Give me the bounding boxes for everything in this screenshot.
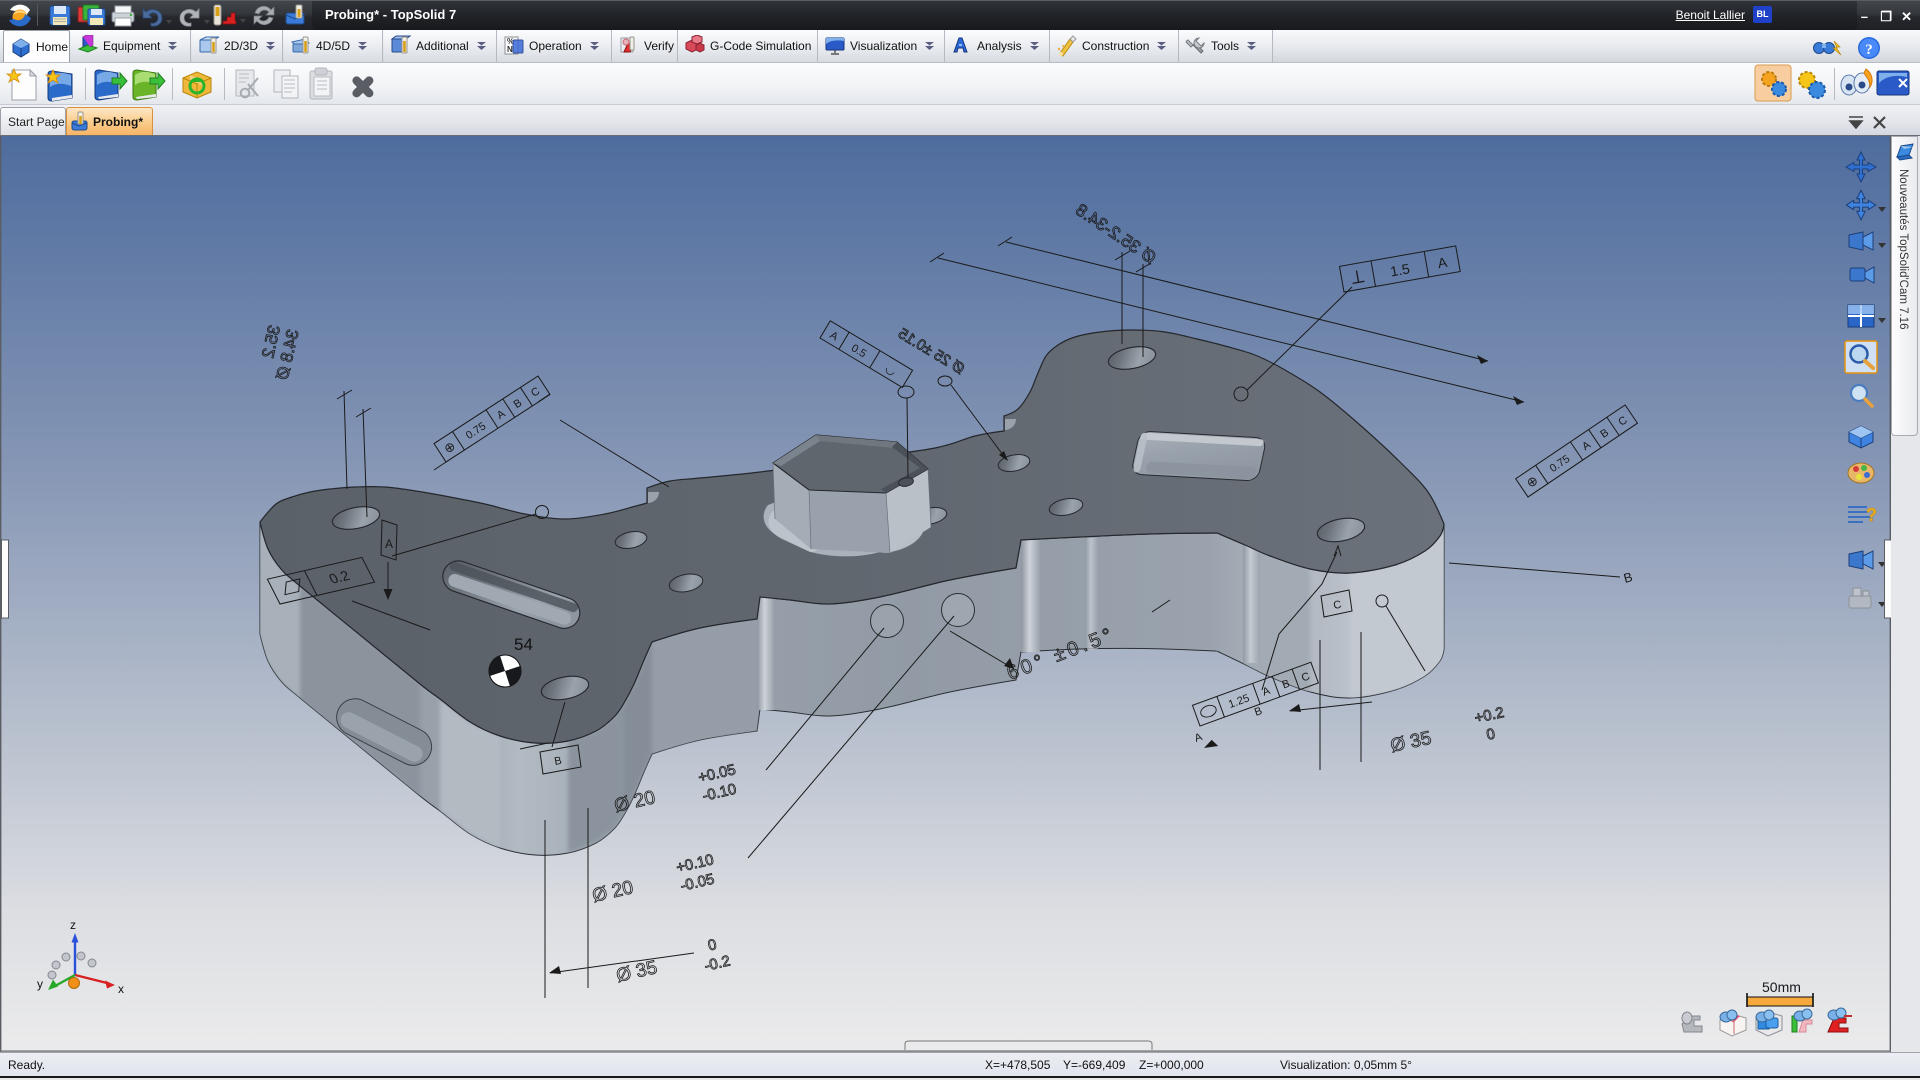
svg-text:z: z	[70, 918, 76, 932]
svg-text:A: A	[385, 537, 393, 551]
svg-text:y: y	[37, 977, 43, 991]
svg-text:x: x	[118, 982, 124, 996]
svg-text:50mm: 50mm	[1762, 979, 1801, 995]
svg-text:?: ?	[1865, 42, 1873, 58]
svg-text:?: ?	[1866, 505, 1877, 525]
svg-text:N: N	[507, 45, 513, 54]
svg-text:1.5: 1.5	[1389, 260, 1411, 279]
svg-text:54: 54	[514, 635, 533, 654]
